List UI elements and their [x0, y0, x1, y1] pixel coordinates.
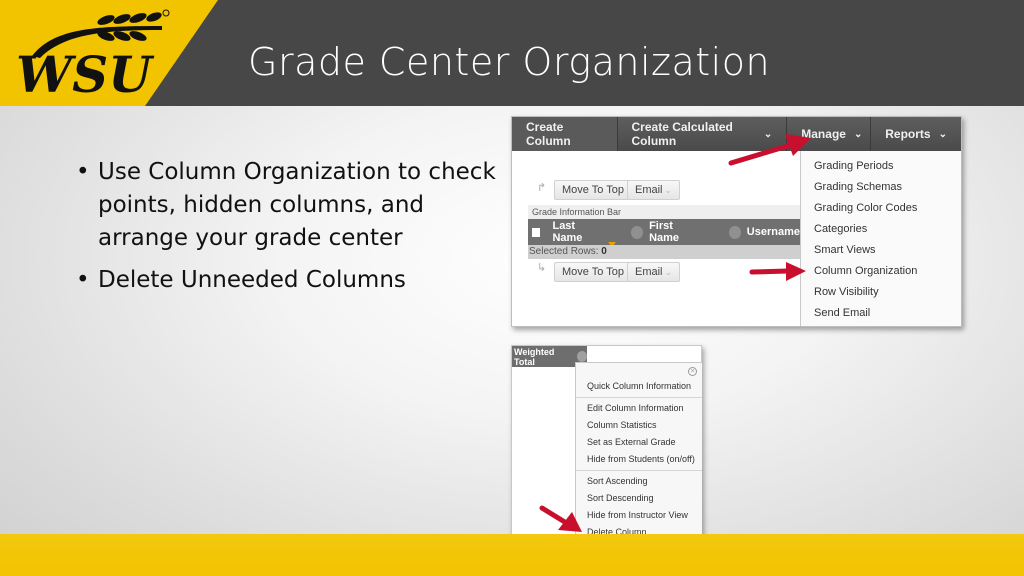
weighted-total-label: Weighted Total [514, 346, 555, 367]
slide-title: Grade Center Organization [248, 40, 771, 84]
manage-button[interactable]: Manage ⌄ [787, 117, 872, 151]
column-options-icon[interactable] [576, 351, 587, 362]
menu-item-grading-color-codes[interactable]: Grading Color Codes [814, 202, 917, 214]
chevron-down-icon: ⌄ [853, 128, 863, 140]
bullet-list: • Use Column Organization to check point… [76, 156, 496, 306]
create-column-button[interactable]: Create Column [512, 117, 618, 151]
manage-menu: Grading Periods Grading Schemas Grading … [800, 151, 961, 326]
column-menu-screenshot: Weighted Total × Quick Column Informatio… [511, 345, 702, 543]
column-username[interactable]: Username [747, 226, 800, 238]
email-label: Email [635, 184, 663, 196]
menu-item-hide-from-instructor-view[interactable]: Hide from Instructor View [587, 510, 688, 520]
bracket-arrow-icon: ↳ [537, 262, 547, 274]
grade-information-bar[interactable]: Grade Information Bar [528, 205, 800, 219]
selected-rows-count: 0 [601, 246, 607, 257]
bracket-arrow-icon: ↱ [537, 182, 547, 194]
column-last-name[interactable]: Last Name [552, 220, 604, 244]
menu-item-quick-column-information[interactable]: Quick Column Information [587, 381, 691, 391]
column-header-row: Last Name First Name Username [528, 219, 800, 247]
column-context-menu: × Quick Column Information Edit Column I… [575, 362, 702, 542]
chevron-down-icon: ⌄ [938, 128, 947, 140]
menu-item-smart-views[interactable]: Smart Views [814, 244, 876, 256]
move-to-top-label: Move To Top [562, 184, 624, 196]
move-to-top-button[interactable]: Move To Top [554, 180, 632, 200]
email-label: Email [635, 266, 663, 278]
wsu-logo: WSU [16, 9, 170, 100]
bullet-item: • Delete Unneeded Columns [76, 264, 496, 297]
action-bar: Create Column Create Calculated Column ⌄… [512, 117, 961, 151]
reports-button[interactable]: Reports ⌄ [871, 117, 961, 151]
close-icon[interactable]: × [688, 367, 697, 376]
logo-text: WSU [16, 45, 155, 100]
manage-label: Manage [801, 127, 846, 141]
create-calculated-column-button[interactable]: Create Calculated Column ⌄ [618, 117, 788, 151]
menu-item-grading-schemas[interactable]: Grading Schemas [814, 181, 902, 193]
bullet-text: Delete Unneeded Columns [98, 267, 406, 293]
menu-item-column-organization[interactable]: Column Organization [814, 265, 917, 277]
chevron-down-icon: ⌄ [664, 184, 673, 195]
bullet-text: Use Column Organization to check points,… [98, 159, 496, 251]
create-column-label: Create Column [526, 120, 571, 148]
chevron-down-icon: ⌄ [664, 266, 673, 277]
selected-rows-bar: Selected Rows: 0 [528, 245, 800, 259]
email-dropdown[interactable]: Email ⌄ [627, 262, 681, 282]
email-dropdown[interactable]: Email ⌄ [627, 180, 681, 200]
bullet-dot-icon: • [76, 159, 90, 185]
menu-item-column-statistics[interactable]: Column Statistics [587, 420, 657, 430]
column-options-icon[interactable] [630, 225, 644, 239]
move-to-top-button[interactable]: Move To Top [554, 262, 632, 282]
menu-item-categories[interactable]: Categories [814, 223, 867, 235]
menu-item-sort-ascending[interactable]: Sort Ascending [587, 476, 648, 486]
menu-item-sort-descending[interactable]: Sort Descending [587, 493, 654, 503]
menu-item-set-as-external-grade[interactable]: Set as External Grade [587, 437, 676, 447]
move-to-top-label: Move To Top [562, 266, 624, 278]
bullet-item: • Use Column Organization to check point… [76, 156, 496, 255]
menu-item-edit-column-information[interactable]: Edit Column Information [587, 403, 684, 413]
menu-item-row-visibility[interactable]: Row Visibility [814, 286, 879, 298]
grade-center-screenshot: Create Column Create Calculated Column ⌄… [511, 116, 962, 327]
chevron-down-icon: ⌄ [763, 128, 773, 140]
column-options-icon[interactable] [728, 225, 741, 239]
selected-rows-label: Selected Rows: [529, 246, 599, 257]
reports-label: Reports [885, 127, 931, 141]
menu-item-hide-from-students[interactable]: Hide from Students (on/off) [587, 454, 695, 464]
create-calculated-column-label: Create Calculated Column [631, 120, 733, 148]
menu-item-grading-periods[interactable]: Grading Periods [814, 160, 894, 172]
footer-band [0, 534, 1024, 576]
menu-divider [576, 470, 702, 471]
menu-item-send-email[interactable]: Send Email [814, 307, 870, 319]
select-all-checkbox[interactable] [532, 227, 541, 237]
column-first-name[interactable]: First Name [649, 220, 703, 244]
bullet-dot-icon: • [76, 267, 90, 293]
menu-divider [576, 397, 702, 398]
